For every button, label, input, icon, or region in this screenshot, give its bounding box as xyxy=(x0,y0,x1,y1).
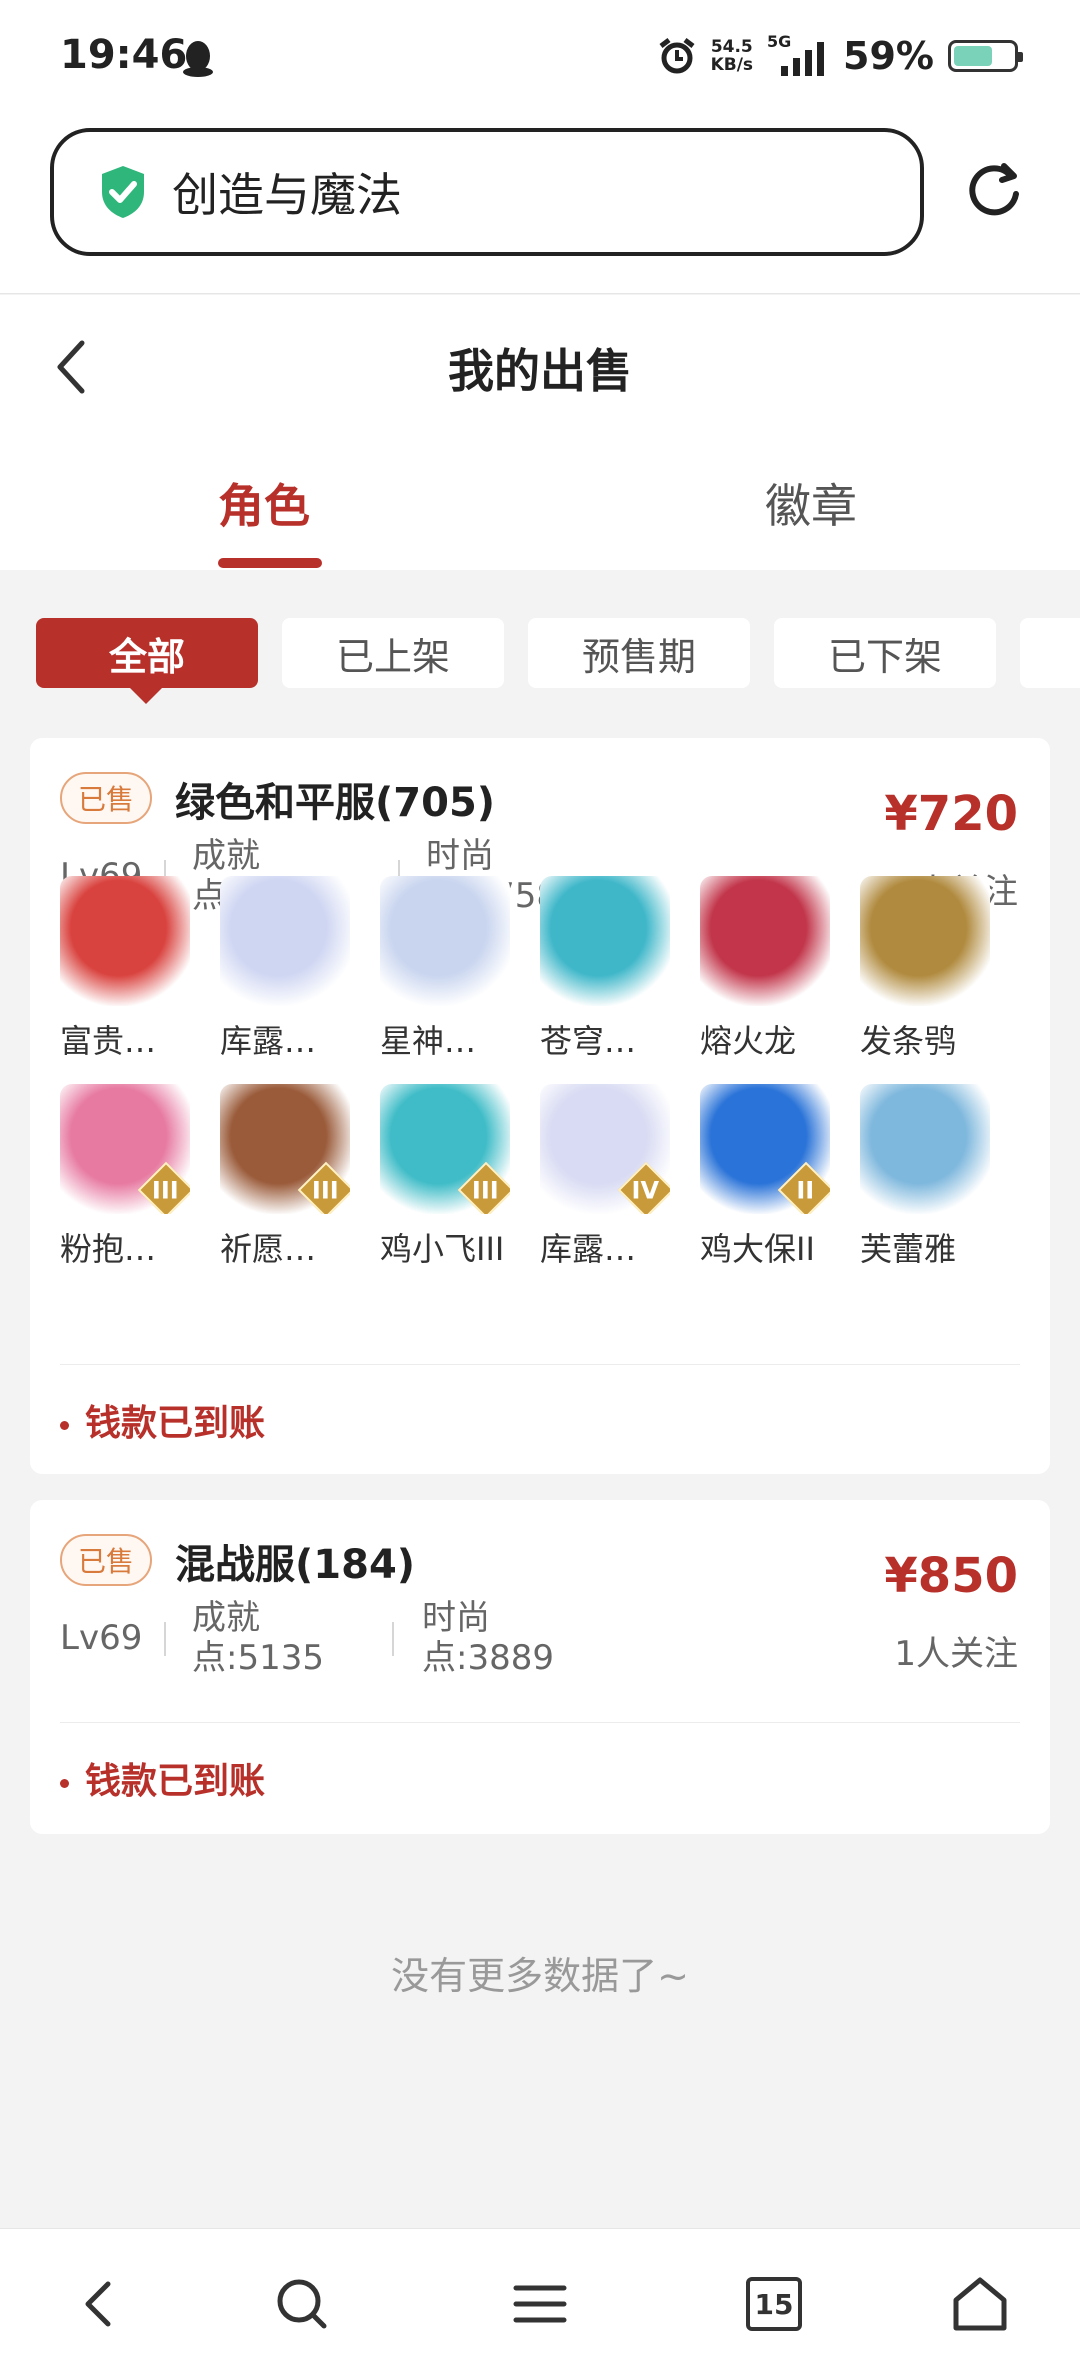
listing-name: 混战服(184) xyxy=(175,1542,416,1588)
pet-name: 库露… xyxy=(540,1230,637,1268)
card-divider xyxy=(60,1364,1020,1365)
pet-item[interactable]: II 鸡大保II xyxy=(700,1084,830,1270)
filter-more-chip[interactable] xyxy=(1020,618,1080,688)
listing-price: ¥850 xyxy=(884,1548,1018,1604)
listing-card[interactable]: 已售 混战服(184) ¥850 1人关注 Lv69 成就 点:5135 时尚 点:… xyxy=(30,1500,1050,1834)
pet-thumbnail xyxy=(220,876,350,1006)
status-time: 19:46 xyxy=(60,32,188,78)
home-icon[interactable] xyxy=(950,2274,1010,2334)
pet-item[interactable]: 熔火龙 xyxy=(700,876,830,1062)
pet-name: 库露… xyxy=(220,1022,317,1060)
tier-badge: II xyxy=(777,1161,830,1214)
address-text: 创造与魔法 xyxy=(172,168,402,222)
pet-thumbnail xyxy=(380,876,510,1006)
sold-badge: 已售 xyxy=(60,772,153,824)
pet-item[interactable]: III 鸡小飞III xyxy=(380,1084,510,1270)
card-divider xyxy=(60,1722,1020,1723)
pet-item[interactable]: 星神… xyxy=(380,876,510,1062)
back-icon[interactable] xyxy=(70,2274,130,2334)
pet-thumbnail: IV xyxy=(540,1084,670,1214)
player-level: Lv69 xyxy=(60,1618,143,1658)
filter-all[interactable]: 全部 xyxy=(36,618,258,688)
tier-badge: III xyxy=(137,1161,190,1214)
pet-item[interactable]: IV 库露… xyxy=(540,1084,670,1270)
fashion-points: 时尚 点:3889 xyxy=(422,1598,554,1678)
pet-item[interactable]: III 粉抱… xyxy=(60,1084,190,1270)
pet-name: 苍穹… xyxy=(540,1022,637,1060)
pet-name: 鸡小飞III xyxy=(380,1230,505,1268)
pet-name: 发条鸮 xyxy=(860,1022,957,1060)
address-field[interactable]: 创造与魔法 xyxy=(50,128,924,256)
pet-item[interactable]: 发条鸮 xyxy=(860,876,990,1062)
search-icon[interactable] xyxy=(272,2274,332,2334)
net-speed: 54.5 KB/s xyxy=(710,37,754,75)
achievement-points: 成就 点:5135 xyxy=(192,1598,324,1678)
tab-underline xyxy=(218,558,322,568)
pet-item[interactable]: 苍穹… xyxy=(540,876,670,1062)
tier-badge: IV xyxy=(617,1161,670,1214)
pet-item[interactable]: 富贵… xyxy=(60,876,190,1062)
menu-icon[interactable] xyxy=(510,2274,570,2334)
pet-item[interactable]: III 祈愿… xyxy=(220,1084,350,1270)
payment-status: 钱款已到账 xyxy=(60,1752,265,1804)
pet-item[interactable]: 库露… xyxy=(220,876,350,1062)
tab-badges[interactable]: 徽章 xyxy=(765,470,857,536)
filter-delisted[interactable]: 已下架 xyxy=(774,618,996,688)
follower-count: 1人关注 xyxy=(894,1634,1018,1674)
divider-vertical xyxy=(164,1622,166,1656)
battery-percent: 59% xyxy=(843,34,934,78)
bottom-nav: 15 xyxy=(0,2228,1080,2376)
no-more-data: 没有更多数据了~ xyxy=(391,1954,689,1998)
page-header: 我的出售 角色 徽章 xyxy=(0,295,1080,570)
pet-name: 熔火龙 xyxy=(700,1022,797,1060)
listing-price: ¥720 xyxy=(884,786,1018,842)
tab-characters[interactable]: 角色 xyxy=(218,470,310,536)
pet-thumbnail: II xyxy=(700,1084,830,1214)
pet-thumbnail: III xyxy=(220,1084,350,1214)
pet-thumbnail xyxy=(860,876,990,1006)
listing-card[interactable]: 已售 绿色和平服(705) ¥720 22人关注 Lv69 成就点:9615 时… xyxy=(30,738,1050,1474)
signal-icon: 5G xyxy=(767,32,829,76)
shield-check-icon xyxy=(102,166,144,218)
tabs-icon[interactable]: 15 xyxy=(746,2277,802,2331)
pet-item[interactable]: 芙蕾雅 xyxy=(860,1084,990,1270)
pet-name: 鸡大保II xyxy=(700,1230,815,1268)
tier-badge: III xyxy=(297,1161,350,1214)
listing-name: 绿色和平服(705) xyxy=(175,780,496,826)
pet-name: 芙蕾雅 xyxy=(860,1230,957,1268)
pet-name: 粉抱… xyxy=(60,1230,157,1268)
status-right: 54.5 KB/s 5G 59% xyxy=(657,32,1023,78)
page-title: 我的出售 xyxy=(448,344,632,398)
pet-thumbnail xyxy=(860,1084,990,1214)
pet-thumbnail xyxy=(540,876,670,1006)
qq-icon xyxy=(183,41,213,77)
filter-listed[interactable]: 已上架 xyxy=(282,618,504,688)
divider-vertical xyxy=(392,1622,394,1656)
pet-thumbnail: III xyxy=(60,1084,190,1214)
payment-status: 钱款已到账 xyxy=(60,1394,265,1446)
pet-thumbnail xyxy=(60,876,190,1006)
reload-icon[interactable] xyxy=(964,160,1024,220)
alarm-icon xyxy=(659,38,695,74)
pet-thumbnail: III xyxy=(380,1084,510,1214)
pet-name: 祈愿… xyxy=(220,1230,317,1268)
battery-icon xyxy=(948,40,1023,72)
pet-name: 星神… xyxy=(380,1022,477,1060)
tier-badge: III xyxy=(457,1161,510,1214)
sold-badge: 已售 xyxy=(60,1534,153,1586)
pet-thumbnail xyxy=(700,876,830,1006)
status-bar: 19:46 54.5 KB/s 5G 59% xyxy=(0,0,1080,120)
pet-name: 富贵… xyxy=(60,1022,157,1060)
browser-address-bar: 创造与魔法 xyxy=(0,120,1080,294)
filter-active-pointer xyxy=(128,686,164,704)
filter-presale[interactable]: 预售期 xyxy=(528,618,750,688)
